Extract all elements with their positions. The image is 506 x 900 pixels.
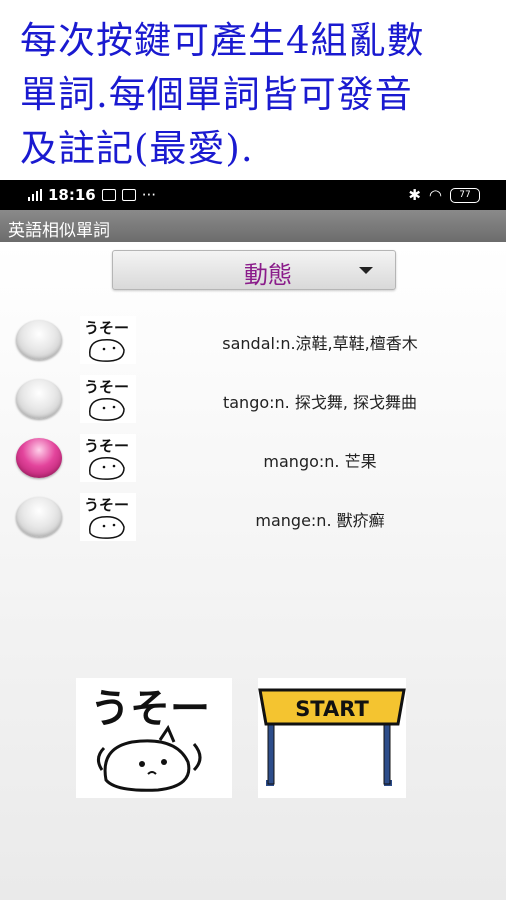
word-radio-button[interactable]: [16, 379, 62, 419]
favorite-icon[interactable]: うそー: [80, 375, 136, 423]
word-radio-button[interactable]: [16, 320, 62, 360]
word-radio-button[interactable]: [16, 497, 62, 537]
svg-text:START: START: [295, 697, 369, 721]
dropdown-arrow-icon: [359, 267, 373, 274]
word-row: うそー mango:n. 芒果: [0, 434, 506, 488]
word-text[interactable]: tango:n. 探戈舞, 探戈舞曲: [150, 389, 490, 413]
app-title: 英語相似單詞: [8, 221, 110, 241]
promo-line-2: 單詞.每個單詞皆可發音: [20, 73, 413, 116]
word-row: うそー tango:n. 探戈舞, 探戈舞曲: [0, 375, 506, 429]
bluetooth-icon: ✱: [408, 186, 421, 204]
word-text[interactable]: mange:n. 獸疥癬: [150, 507, 490, 531]
word-text[interactable]: mango:n. 芒果: [150, 448, 490, 472]
word-row: うそー sandal:n.涼鞋,草鞋,檀香木: [0, 316, 506, 370]
svg-text:うそー: うそー: [90, 686, 210, 732]
favorite-button[interactable]: うそー: [76, 678, 232, 798]
more-notifications-icon: ···: [141, 186, 157, 204]
promo-line-3: 及註記(最愛).: [20, 127, 254, 170]
wifi-icon: ◠: [428, 186, 442, 204]
mail-icon: [121, 189, 136, 201]
word-text[interactable]: sandal:n.涼鞋,草鞋,檀香木: [150, 330, 490, 354]
svg-text:うそー: うそー: [84, 496, 129, 514]
status-time: 18:16: [48, 186, 96, 204]
word-row: うそー mange:n. 獸疥癬: [0, 493, 506, 547]
notification-icon: [101, 189, 116, 201]
favorite-icon[interactable]: うそー: [80, 493, 136, 541]
promo-line-1: 每次按鍵可產生4組亂數: [20, 19, 425, 62]
app-content: 動態 うそー sandal:n.涼鞋,草鞋,檀香木 うそー tango:n. 探…: [0, 242, 506, 900]
start-button[interactable]: START: [258, 678, 406, 798]
word-radio-button[interactable]: [16, 438, 62, 478]
svg-text:うそー: うそー: [84, 378, 129, 396]
svg-text:うそー: うそー: [84, 319, 129, 337]
favorite-icon[interactable]: うそー: [80, 434, 136, 482]
start-sign-icon: START: [258, 688, 406, 786]
promo-banner: 每次按鍵可產生4組亂數 單詞.每個單詞皆可發音 及註記(最愛).: [0, 0, 506, 180]
category-spinner[interactable]: 動態: [112, 250, 396, 290]
spinner-selected-value: 動態: [244, 261, 292, 289]
svg-text:うそー: うそー: [84, 437, 129, 455]
favorite-icon[interactable]: うそー: [80, 316, 136, 364]
signal-icon: [28, 189, 42, 201]
app-title-bar: 英語相似單詞: [0, 210, 506, 242]
cat-surprise-icon: うそー: [90, 686, 210, 792]
status-bar: 18:16 ··· ✱ ◠ 77: [0, 180, 506, 210]
battery-icon: 77: [450, 187, 480, 203]
